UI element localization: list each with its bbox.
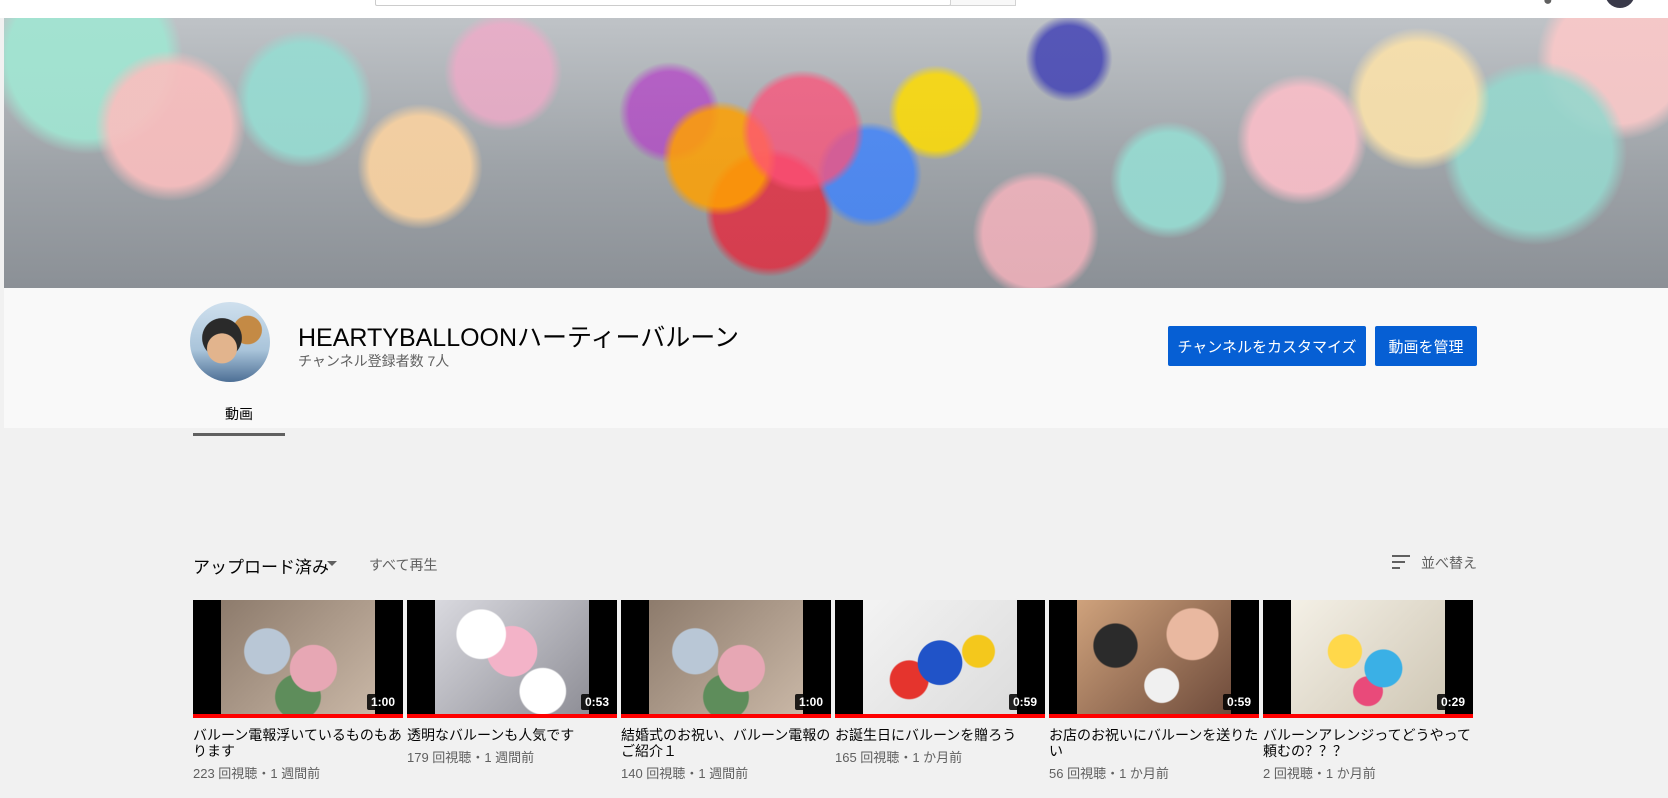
channel-banner	[4, 18, 1668, 288]
upload-age: 1 週間前	[270, 766, 321, 781]
channel-title: HEARTYBALLOONハーティーバルーン	[298, 324, 740, 352]
video-card[interactable]: 0:53 透明なバルーンも人気です 179 回視聴・1 週間前	[407, 600, 617, 766]
view-count: 179 回視聴	[407, 750, 472, 765]
video-title[interactable]: 透明なバルーンも人気です	[407, 727, 617, 743]
video-duration: 0:29	[1436, 694, 1469, 710]
video-thumbnail[interactable]: 1:00	[193, 600, 403, 718]
upload-age: 1 か月前	[1325, 766, 1376, 781]
watch-progress-bar	[193, 714, 403, 718]
video-card[interactable]: 0:59 お誕生日にバルーンを贈ろう 165 回視聴・1 か月前	[835, 600, 1045, 766]
video-meta: 223 回視聴・1 週間前	[193, 763, 403, 782]
video-thumbnail[interactable]: 0:53	[407, 600, 617, 718]
video-thumbnail[interactable]: 0:59	[1049, 600, 1259, 718]
video-title[interactable]: お店のお祝いにバルーンを送りたい	[1049, 727, 1259, 759]
view-count: 140 回視聴	[621, 766, 686, 781]
upload-age: 1 週間前	[484, 750, 535, 765]
tab-videos[interactable]: 動画	[193, 396, 285, 436]
video-duration: 0:59	[1222, 694, 1255, 710]
sort-icon[interactable]	[1392, 555, 1410, 569]
meta-separator: ・	[1106, 766, 1120, 781]
masthead: ●	[0, 0, 1668, 18]
search-button[interactable]	[950, 0, 1016, 6]
meta-separator: ・	[899, 750, 913, 765]
video-meta: 165 回視聴・1 か月前	[835, 747, 1045, 766]
video-duration: 0:53	[580, 694, 613, 710]
video-thumbnail[interactable]: 1:00	[621, 600, 831, 718]
video-meta: 2 回視聴・1 か月前	[1263, 763, 1473, 782]
notifications-icon[interactable]: ●	[1543, 0, 1561, 10]
thumbnail-image	[1291, 600, 1445, 714]
meta-separator: ・	[257, 766, 271, 781]
video-title[interactable]: 結婚式のお祝い、バルーン電報のご紹介１	[621, 727, 831, 759]
video-duration: 1:00	[366, 694, 399, 710]
upload-age: 1 か月前	[912, 750, 963, 765]
meta-separator: ・	[685, 766, 699, 781]
watch-progress-bar	[1049, 714, 1259, 718]
video-duration: 0:59	[1008, 694, 1041, 710]
view-count: 165 回視聴	[835, 750, 900, 765]
upload-age: 1 週間前	[698, 766, 749, 781]
view-count: 223 回視聴	[193, 766, 258, 781]
video-card[interactable]: 1:00 結婚式のお祝い、バルーン電報のご紹介１ 140 回視聴・1 週間前	[621, 600, 831, 782]
watch-progress-bar	[407, 714, 617, 718]
play-all-link[interactable]: すべて再生	[369, 555, 437, 575]
chevron-down-icon[interactable]	[327, 561, 337, 566]
thumbnail-image	[1077, 600, 1231, 714]
video-thumbnail[interactable]: 0:59	[835, 600, 1045, 718]
uploads-dropdown[interactable]: アップロード済み	[193, 553, 329, 578]
video-title[interactable]: バルーンアレンジってどうやって頼むの？？？	[1263, 727, 1473, 759]
customize-channel-button[interactable]: チャンネルをカスタマイズ	[1168, 326, 1366, 366]
video-card[interactable]: 1:00 バルーン電報浮いているものもあります 223 回視聴・1 週間前	[193, 600, 403, 782]
account-avatar[interactable]	[1605, 0, 1635, 8]
video-meta: 179 回視聴・1 週間前	[407, 747, 617, 766]
manage-videos-button[interactable]: 動画を管理	[1375, 326, 1477, 366]
video-meta: 56 回視聴・1 か月前	[1049, 763, 1259, 782]
video-title[interactable]: バルーン電報浮いているものもあります	[193, 727, 403, 759]
watch-progress-bar	[621, 714, 831, 718]
watch-progress-bar	[835, 714, 1045, 718]
meta-separator: ・	[1312, 766, 1326, 781]
video-meta: 140 回視聴・1 週間前	[621, 763, 831, 782]
video-title[interactable]: お誕生日にバルーンを贈ろう	[835, 727, 1045, 743]
meta-separator: ・	[471, 750, 485, 765]
video-card[interactable]: 0:29 バルーンアレンジってどうやって頼むの？？？ 2 回視聴・1 か月前	[1263, 600, 1473, 782]
upload-age: 1 か月前	[1119, 766, 1169, 781]
thumbnail-image	[863, 600, 1017, 714]
video-thumbnail[interactable]: 0:29	[1263, 600, 1473, 718]
search-input[interactable]	[375, 0, 951, 6]
view-count: 2 回視聴	[1263, 766, 1313, 781]
view-count: 56 回視聴	[1049, 766, 1107, 781]
thumbnail-image	[221, 600, 375, 714]
thumbnail-image	[435, 600, 589, 714]
channel-avatar	[190, 302, 270, 382]
video-card[interactable]: 0:59 お店のお祝いにバルーンを送りたい 56 回視聴・1 か月前	[1049, 600, 1259, 782]
sort-button[interactable]: 並べ替え	[1421, 553, 1477, 573]
thumbnail-image	[649, 600, 803, 714]
video-duration: 1:00	[794, 694, 827, 710]
subscriber-count: チャンネル登録者数 7人	[298, 353, 450, 369]
watch-progress-bar	[1263, 714, 1473, 718]
